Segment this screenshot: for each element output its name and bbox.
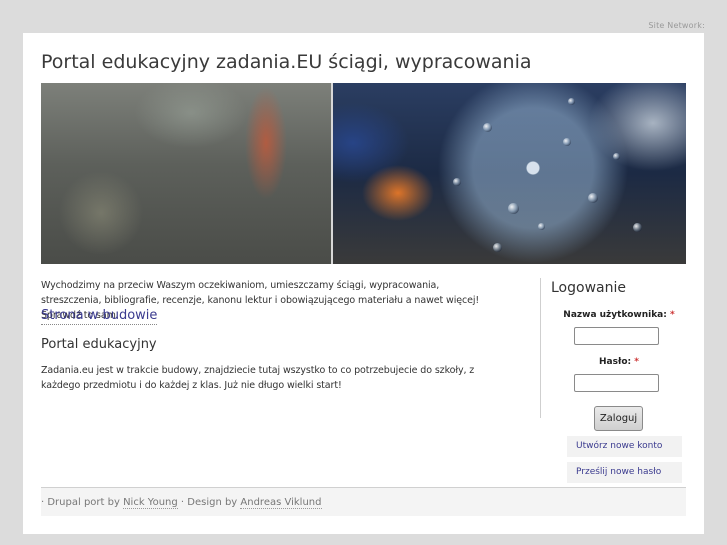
nick-young-link[interactable]: Nick Young	[123, 497, 178, 509]
username-input[interactable]	[574, 327, 659, 345]
page-container: Portal edukacyjny zadania.EU ściągi, wyp…	[23, 33, 704, 534]
username-label: Nazwa użytkownika: *	[563, 310, 675, 320]
footer-credits: · Drupal port by Nick Young · Design by …	[41, 497, 322, 509]
portal-body-text: Zadania.eu jest w trakcie budowy, znajdz…	[41, 365, 475, 391]
header-banner-image	[41, 83, 686, 264]
footer-prefix: · Drupal port by	[41, 497, 124, 508]
site-network-label: Site Network:	[648, 21, 705, 30]
site-title: Portal edukacyjny zadania.EU ściągi, wyp…	[41, 51, 532, 73]
username-label-text: Nazwa użytkownika:	[563, 310, 667, 320]
password-input[interactable]	[574, 374, 659, 392]
login-title: Logowanie	[551, 280, 626, 296]
password-required-mark: *	[634, 357, 639, 367]
footer: · Drupal port by Nick Young · Design by …	[41, 487, 686, 516]
create-account-link[interactable]: Utwórz nowe konto	[567, 436, 682, 457]
sidebar-divider	[540, 278, 541, 418]
header-image-right	[333, 83, 686, 264]
password-label-text: Hasło:	[599, 357, 632, 367]
portal-heading: Portal edukacyjny	[41, 337, 157, 352]
strona-w-budowie-link[interactable]: Strona w budowie	[41, 308, 158, 325]
footer-separator: · Design by	[177, 497, 241, 508]
username-required-mark: *	[670, 310, 675, 320]
login-button[interactable]: Zaloguj	[594, 406, 643, 431]
header-image-left	[41, 83, 331, 264]
andreas-viklund-link[interactable]: Andreas Viklund	[240, 497, 322, 509]
reset-password-link[interactable]: Prześlij nowe hasło	[567, 462, 682, 483]
password-label: Hasło: *	[563, 357, 675, 367]
